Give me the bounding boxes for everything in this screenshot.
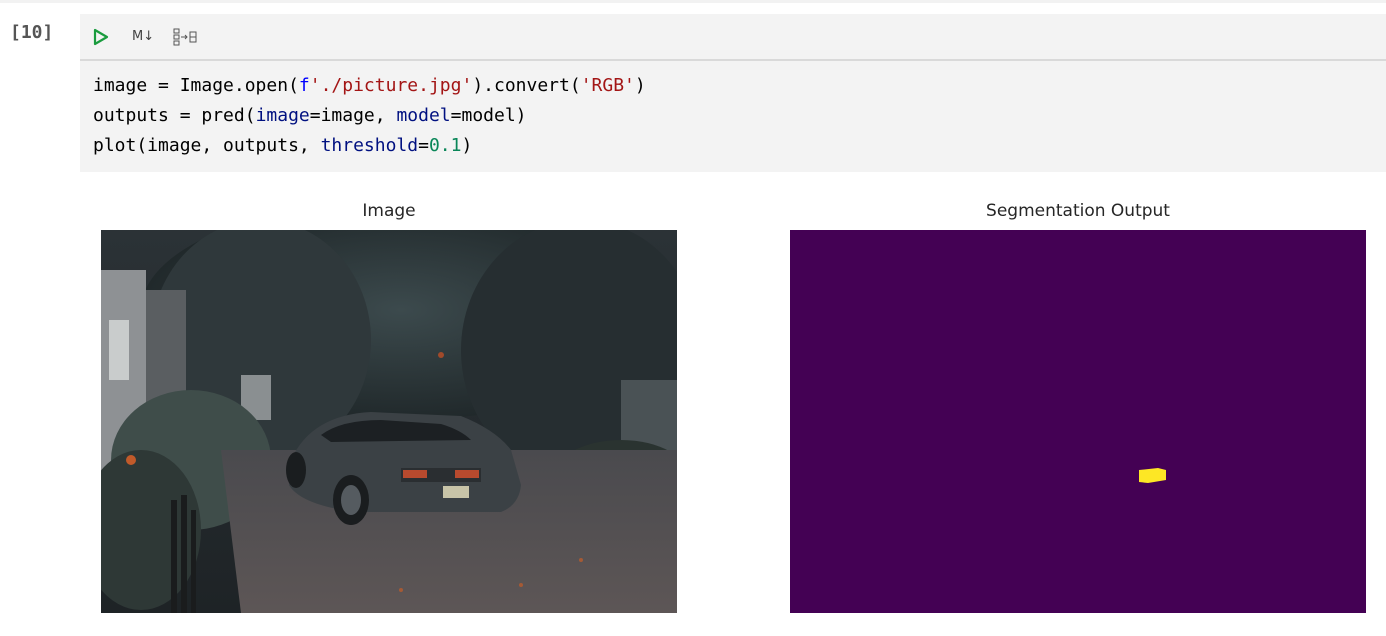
segmentation-mask (790, 230, 1366, 613)
cell-output: Image Segmentation Output (0, 180, 1386, 636)
notebook-page: [10] M↓ image = Image.open(f'./picture.j… (0, 0, 1386, 636)
markdown-toggle-button[interactable]: M↓ (132, 29, 154, 44)
segmentation-panel-title-text: Segmentation Output (986, 201, 1170, 221)
code-line-1: image = Image.open(f'./picture.jpg').con… (93, 75, 646, 96)
split-cell-icon (173, 28, 197, 46)
code-line-2: outputs = pred(image=image, model=model) (93, 105, 527, 126)
mask-background (790, 230, 1366, 613)
play-icon (93, 28, 109, 46)
code-line-3: plot(image, outputs, threshold=0.1) (93, 135, 473, 156)
code-cell[interactable]: M↓ image = Image.open(f'./picture.jpg').… (80, 14, 1386, 172)
split-cell-button[interactable] (172, 27, 200, 47)
code-editor[interactable]: image = Image.open(f'./picture.jpg').con… (93, 71, 646, 161)
image-panel-title-text: Image (362, 201, 416, 221)
input-photo (101, 230, 677, 613)
cell-separator (0, 0, 1386, 3)
cell-toolbar: M↓ (80, 14, 1386, 61)
execution-count: [10] (10, 22, 54, 43)
run-cell-button[interactable] (93, 28, 109, 46)
